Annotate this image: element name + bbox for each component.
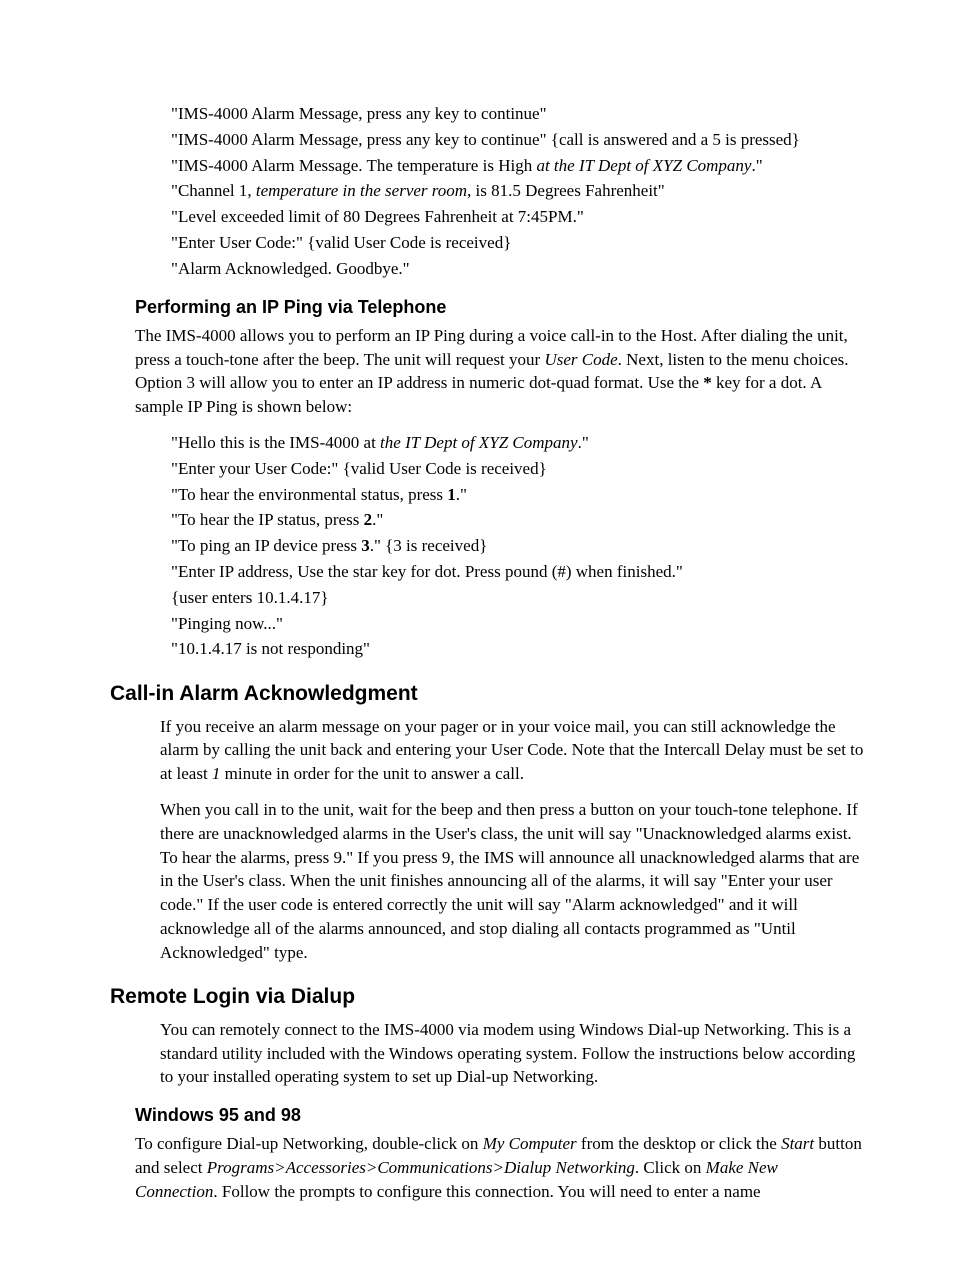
ip-ping-dialogue: "Hello this is the IMS-4000 at the IT De… xyxy=(171,431,864,661)
dialogue-line: "To hear the environmental status, press… xyxy=(171,483,864,507)
paragraph-callin-2: When you call in to the unit, wait for t… xyxy=(160,798,864,965)
alarm-message-dialogue: "IMS-4000 Alarm Message, press any key t… xyxy=(171,102,864,281)
dialogue-line: "Enter User Code:" {valid User Code is r… xyxy=(171,231,864,255)
dialogue-line: "To ping an IP device press 3." {3 is re… xyxy=(171,534,864,558)
dialogue-line: "IMS-4000 Alarm Message. The temperature… xyxy=(171,154,864,178)
dialogue-line: "To hear the IP status, press 2." xyxy=(171,508,864,532)
paragraph-callin-1: If you receive an alarm message on your … xyxy=(160,715,864,786)
dialogue-line: "IMS-4000 Alarm Message, press any key t… xyxy=(171,102,864,126)
heading-ip-ping: Performing an IP Ping via Telephone xyxy=(135,295,864,320)
heading-callin-ack: Call-in Alarm Acknowledgment xyxy=(110,679,864,708)
dialogue-line: {user enters 10.1.4.17} xyxy=(171,586,864,610)
dialogue-line: "Hello this is the IMS-4000 at the IT De… xyxy=(171,431,864,455)
dialogue-line: "Pinging now..." xyxy=(171,612,864,636)
dialogue-line: "Level exceeded limit of 80 Degrees Fahr… xyxy=(171,205,864,229)
dialogue-line: "Enter IP address, Use the star key for … xyxy=(171,560,864,584)
dialogue-line: "10.1.4.17 is not responding" xyxy=(171,637,864,661)
paragraph-ip-ping: The IMS-4000 allows you to perform an IP… xyxy=(135,324,864,419)
dialogue-line: "Alarm Acknowledged. Goodbye." xyxy=(171,257,864,281)
heading-remote-login: Remote Login via Dialup xyxy=(110,982,864,1011)
dialogue-line: "IMS-4000 Alarm Message, press any key t… xyxy=(171,128,864,152)
paragraph-remote: You can remotely connect to the IMS-4000… xyxy=(160,1018,864,1089)
dialogue-line: "Enter your User Code:" {valid User Code… xyxy=(171,457,864,481)
paragraph-win9598: To configure Dial-up Networking, double-… xyxy=(135,1132,864,1203)
dialogue-line: "Channel 1, temperature in the server ro… xyxy=(171,179,864,203)
heading-win9598: Windows 95 and 98 xyxy=(135,1103,864,1128)
